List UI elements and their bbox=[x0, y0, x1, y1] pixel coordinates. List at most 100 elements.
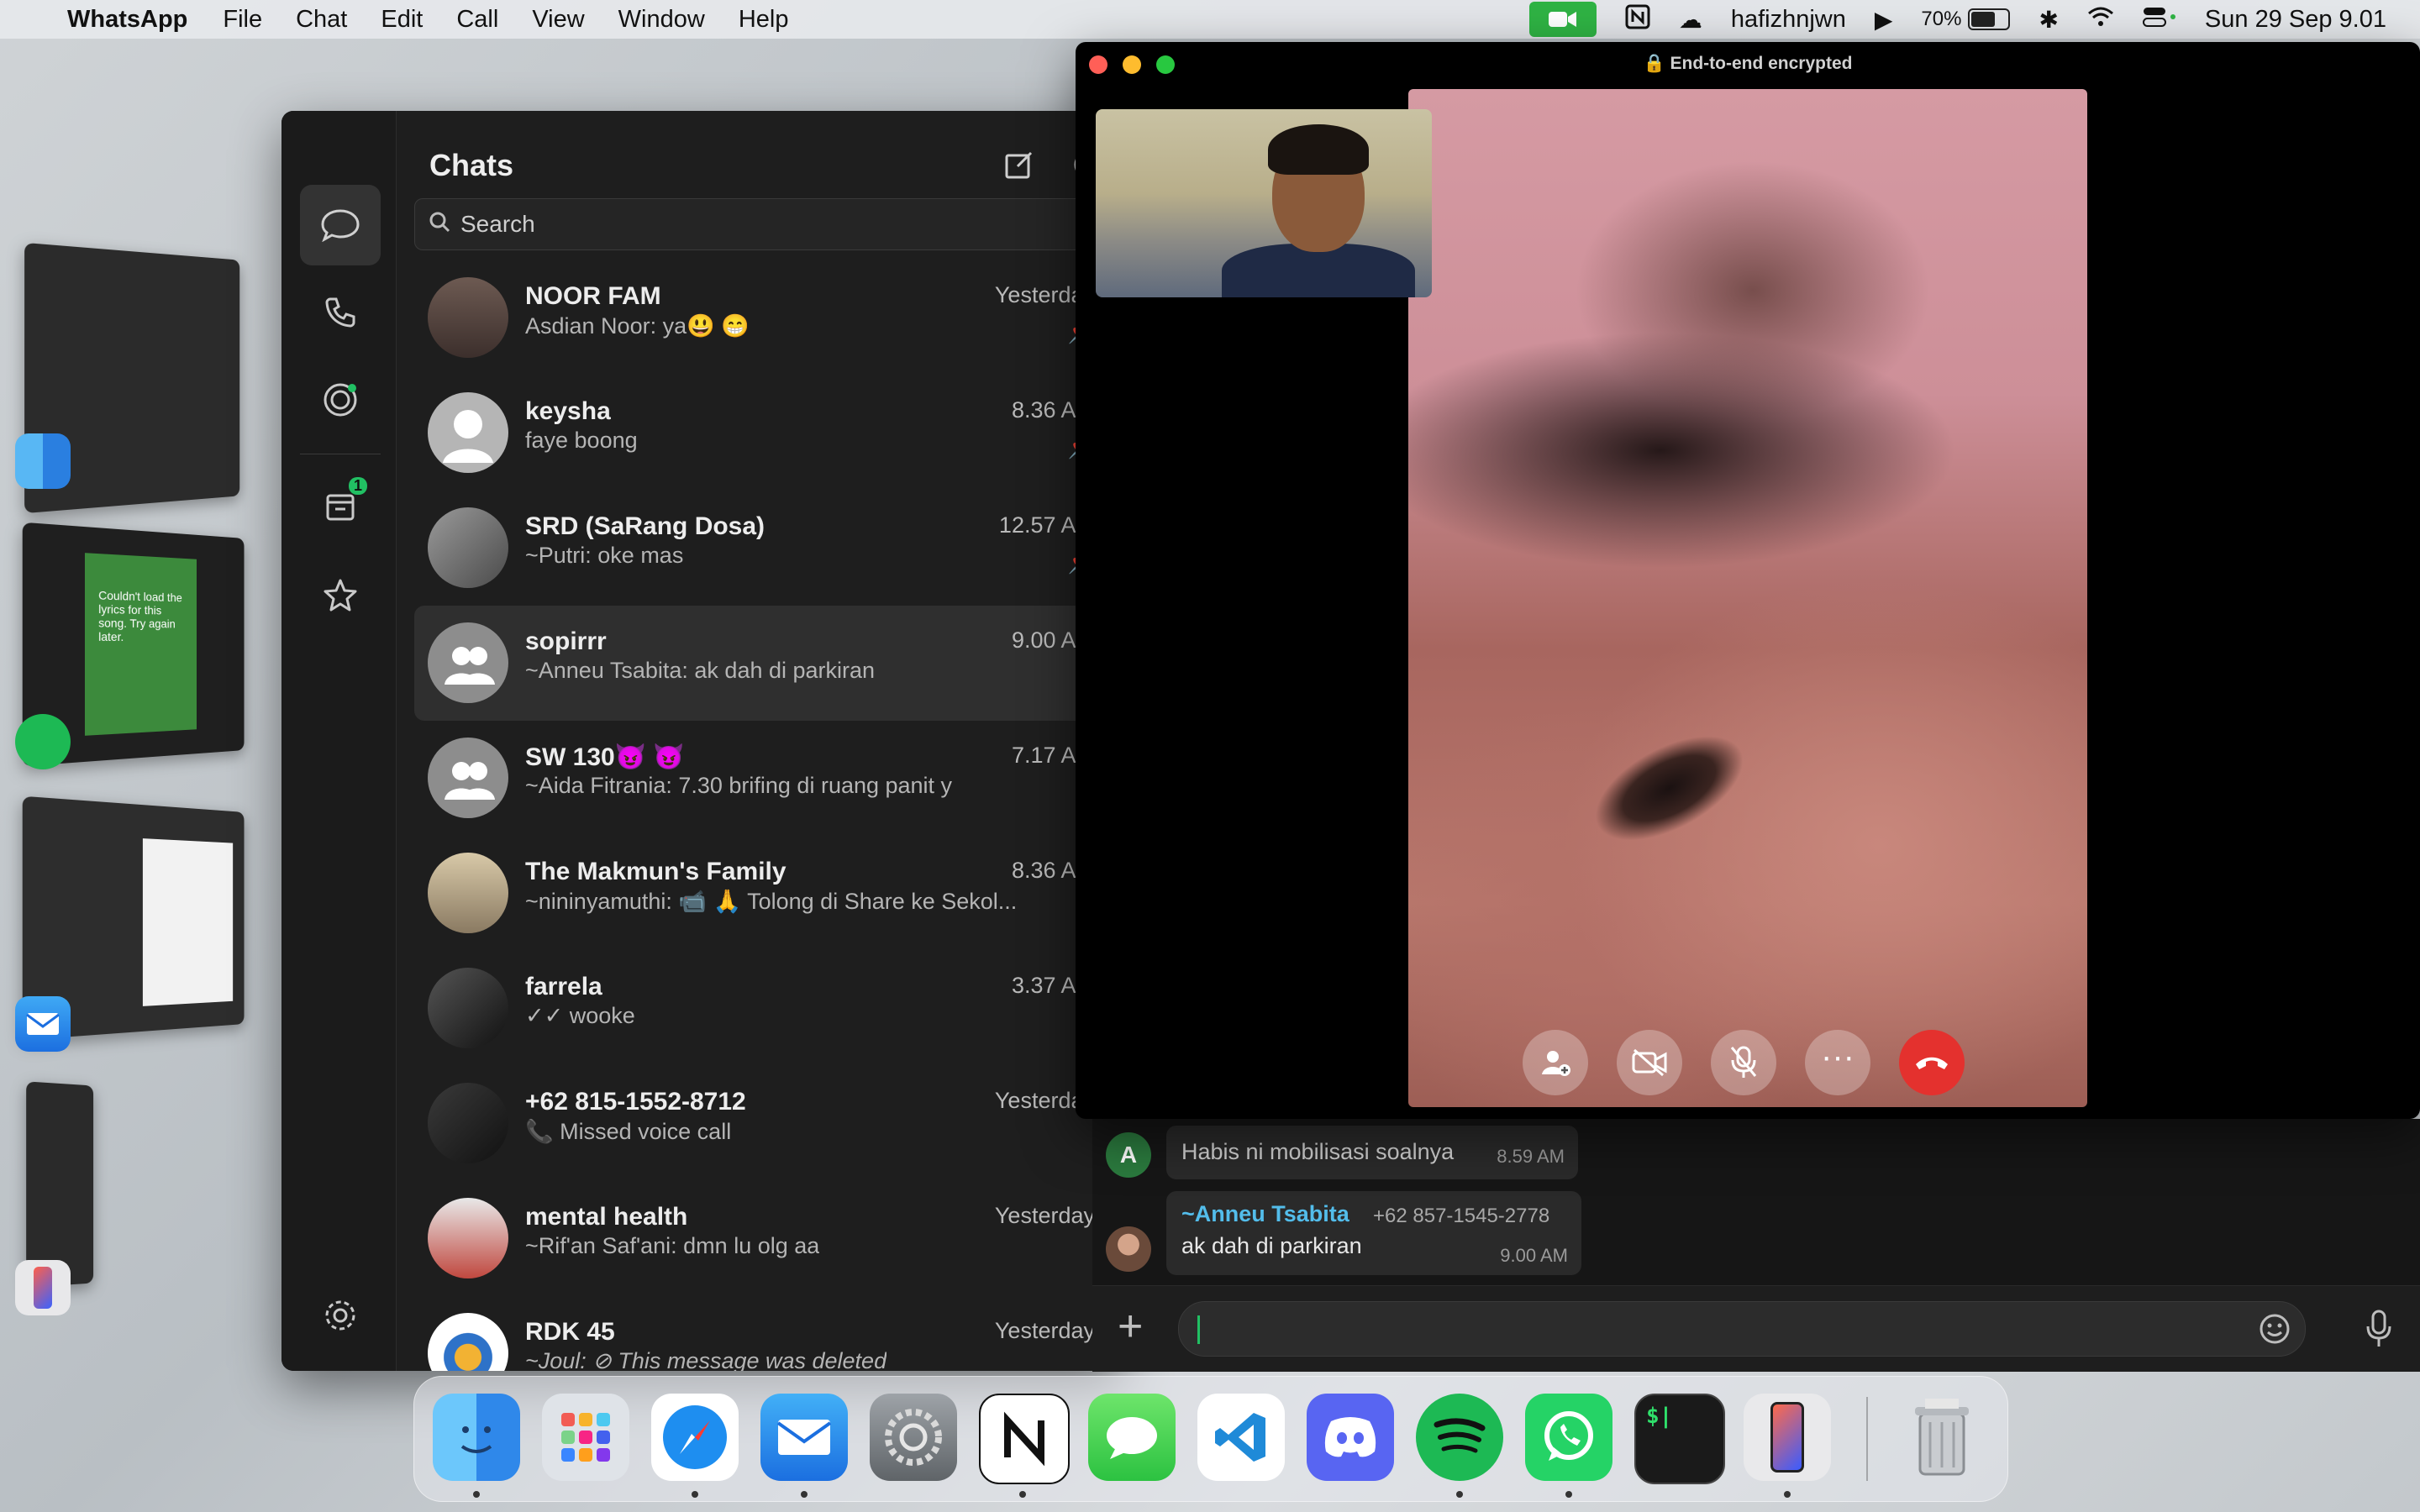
end-call-button[interactable] bbox=[1899, 1030, 1965, 1095]
chat-name: RDK 45 bbox=[525, 1318, 615, 1346]
message-bubble[interactable]: ~Anneu Tsabita +62 857-1545-2778 ak dah … bbox=[1166, 1191, 1581, 1275]
attach-plus-icon[interactable]: + bbox=[1118, 1305, 1143, 1348]
camera-in-use-icon[interactable] bbox=[1528, 2, 1597, 37]
toggle-mute-button[interactable] bbox=[1711, 1030, 1776, 1095]
control-center-icon[interactable] bbox=[2142, 6, 2176, 34]
chat-preview: ✓✓ wooke bbox=[525, 1003, 635, 1028]
archive-icon bbox=[326, 494, 355, 521]
dock-finder-icon[interactable] bbox=[433, 1394, 520, 1481]
text-caret bbox=[1197, 1315, 1200, 1344]
dock-iphone-mirroring-icon[interactable] bbox=[1744, 1394, 1831, 1481]
cloud-sync-icon[interactable]: ☁ bbox=[1679, 6, 1702, 34]
dock-spotify-icon[interactable] bbox=[1416, 1394, 1503, 1481]
search-icon bbox=[429, 211, 450, 239]
message-sender-phone: +62 857-1545-2778 bbox=[1373, 1205, 1550, 1227]
chat-name: farrela bbox=[525, 973, 602, 1000]
remote-video-detail bbox=[1527, 676, 1819, 896]
dock-mail-icon[interactable] bbox=[760, 1394, 848, 1481]
menu-call[interactable]: Call bbox=[456, 6, 498, 34]
nav-archived-button[interactable]: 1 bbox=[300, 467, 381, 548]
battery-percent: 70% bbox=[1921, 8, 1962, 30]
dock-trash-icon[interactable] bbox=[1898, 1394, 1986, 1481]
list-item[interactable]: farrela ✓✓ wooke 3.37 AM bbox=[414, 951, 1113, 1066]
menu-view[interactable]: View bbox=[532, 6, 584, 34]
list-item[interactable]: RDK 45 ~Joul: ⊘ This message was deleted… bbox=[414, 1296, 1113, 1371]
chat-preview: ~Rif'an Saf'ani: dmn lu olg aa bbox=[525, 1233, 820, 1258]
list-item[interactable]: mental health ~Rif'an Saf'ani: dmn lu ol… bbox=[414, 1181, 1113, 1296]
search-input[interactable]: Search bbox=[414, 198, 1112, 250]
iphone-mirroring-icon[interactable] bbox=[15, 1260, 71, 1315]
menu-chat[interactable]: Chat bbox=[296, 6, 347, 34]
list-item[interactable]: keysha faye boong 8.36 AM 📌 bbox=[414, 375, 1113, 491]
list-item[interactable]: NOOR FAM Asdian Noor: ya😃 😁 Yesterday 📌 bbox=[414, 260, 1113, 375]
spotify-icon[interactable] bbox=[15, 714, 71, 769]
menu-help[interactable]: Help bbox=[739, 6, 789, 34]
menu-file[interactable]: File bbox=[223, 6, 262, 34]
nav-starred-button[interactable] bbox=[300, 554, 381, 635]
message-sender[interactable]: ~Anneu Tsabita bbox=[1181, 1201, 1349, 1227]
chat-name: The Makmun's Family bbox=[525, 858, 786, 885]
menu-username[interactable]: hafizhnjwn bbox=[1731, 6, 1846, 34]
archive-count-badge: 1 bbox=[348, 477, 367, 495]
notion-menu-icon[interactable] bbox=[1625, 4, 1650, 35]
emoji-icon[interactable] bbox=[2258, 1312, 2291, 1350]
chat-time: Yesterday bbox=[994, 1203, 1095, 1228]
nav-calls-button[interactable] bbox=[300, 272, 381, 353]
wifi-icon[interactable] bbox=[2087, 6, 2114, 34]
nav-status-button[interactable] bbox=[300, 360, 381, 440]
more-options-button[interactable]: ··· bbox=[1805, 1030, 1870, 1095]
list-item[interactable]: SW 130😈 😈 ~Aida Fitrania: 7.30 brifing d… bbox=[414, 721, 1113, 836]
dock-discord-icon[interactable] bbox=[1307, 1394, 1394, 1481]
bluetooth-icon[interactable]: ✱ bbox=[2039, 6, 2058, 34]
encryption-text: End-to-end encrypted bbox=[1670, 54, 1853, 73]
nav-rail: 1 bbox=[281, 111, 397, 1371]
nav-settings-button[interactable] bbox=[300, 1275, 381, 1356]
message-input[interactable] bbox=[1178, 1301, 2306, 1357]
lyrics-error-text: Couldn't load the lyrics for this song. … bbox=[84, 553, 197, 736]
list-item[interactable]: +62 815-1552-8712 📞 Missed voice call Ye… bbox=[414, 1066, 1113, 1181]
battery-status[interactable]: 70% bbox=[1921, 8, 2011, 31]
microphone-icon[interactable] bbox=[2365, 1310, 2393, 1352]
avatar bbox=[428, 968, 508, 1048]
message-text: ak dah di parkiran bbox=[1181, 1233, 1362, 1258]
dock-notion-icon[interactable] bbox=[979, 1394, 1070, 1484]
dock-messages-icon[interactable] bbox=[1088, 1394, 1176, 1481]
menu-app-name[interactable]: WhatsApp bbox=[67, 6, 187, 34]
message-bubble[interactable]: Habis ni mobilisasi soalnya 8.59 AM bbox=[1166, 1126, 1578, 1179]
finder-icon[interactable] bbox=[15, 433, 71, 489]
list-item[interactable]: The Makmun's Family ~nininyamuthi: 📹 🙏 T… bbox=[414, 836, 1113, 951]
chat-preview: ~Putri: oke mas bbox=[525, 543, 684, 568]
add-person-icon bbox=[1542, 1051, 1570, 1076]
chat-preview: 📞 Missed voice call bbox=[525, 1119, 732, 1144]
dock-system-settings-icon[interactable] bbox=[870, 1394, 957, 1481]
menu-clock[interactable]: Sun 29 Sep 9.01 bbox=[2205, 6, 2386, 34]
menu-window[interactable]: Window bbox=[618, 6, 705, 34]
chat-name: sopirrr bbox=[525, 627, 607, 655]
new-chat-icon[interactable] bbox=[1004, 150, 1034, 187]
nav-chats-button[interactable] bbox=[300, 185, 381, 265]
menu-edit[interactable]: Edit bbox=[381, 6, 423, 34]
list-item[interactable]: SRD (SaRang Dosa) ~Putri: oke mas 12.57 … bbox=[414, 491, 1113, 606]
dock-launchpad-icon[interactable] bbox=[542, 1394, 629, 1481]
dock-vscode-icon[interactable] bbox=[1197, 1394, 1285, 1481]
chat-name: NOOR FAM bbox=[525, 282, 661, 310]
dock-whatsapp-icon[interactable] bbox=[1525, 1394, 1612, 1481]
add-participant-button[interactable] bbox=[1523, 1030, 1588, 1095]
sender-avatar bbox=[1106, 1226, 1151, 1272]
gear-icon bbox=[325, 1300, 355, 1331]
mic-off-icon bbox=[1730, 1046, 1757, 1078]
dock-separator bbox=[1866, 1397, 1868, 1481]
mail-icon[interactable] bbox=[15, 996, 71, 1052]
avatar bbox=[428, 277, 508, 358]
now-playing-icon[interactable]: ▶ bbox=[1875, 6, 1893, 34]
toggle-camera-button[interactable] bbox=[1617, 1030, 1682, 1095]
chat-preview: ~nininyamuthi: 📹 🙏 Tolong di Share ke Se… bbox=[525, 889, 1018, 914]
avatar bbox=[428, 1313, 508, 1371]
self-video-preview[interactable] bbox=[1096, 109, 1432, 297]
dock-terminal-icon[interactable]: $| bbox=[1634, 1394, 1725, 1484]
stage-thumb-iphone-mirroring[interactable] bbox=[26, 1081, 94, 1288]
list-item[interactable]: sopirrr ~Anneu Tsabita: ak dah di parkir… bbox=[414, 606, 1113, 721]
avatar bbox=[428, 507, 508, 588]
status-icon bbox=[324, 383, 357, 417]
dock-safari-icon[interactable] bbox=[651, 1394, 739, 1481]
